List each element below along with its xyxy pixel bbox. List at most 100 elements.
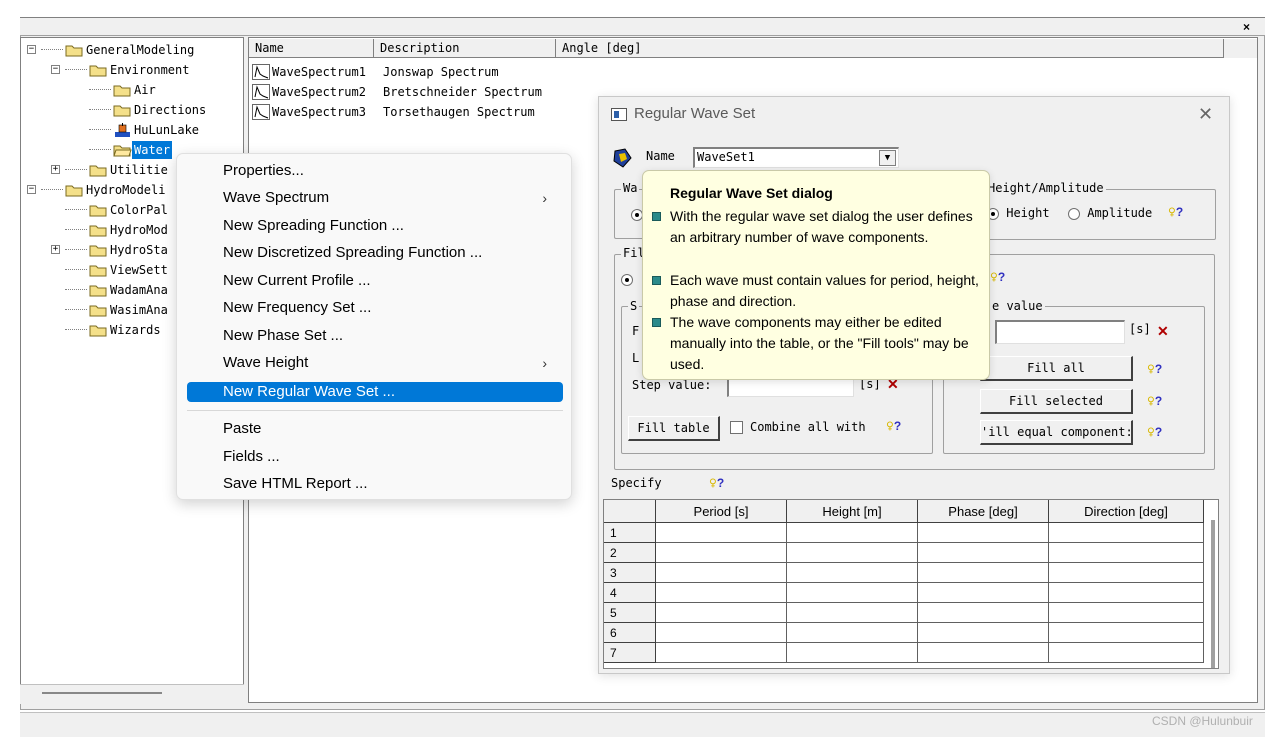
tree-item-colorpal[interactable]: ColorPal [89,200,170,218]
fill-all-button[interactable]: Fill all [980,356,1133,381]
name-combobox[interactable]: WaveSet1 ▼ [693,147,899,168]
specify-help[interactable]: ♀? [709,476,724,491]
clear-value-icon[interactable]: ✕ [1157,323,1169,340]
tree-item-wadamana[interactable]: WadamAna [89,280,170,298]
tree-expand-icon[interactable]: + [51,245,60,254]
table-row-header[interactable]: 2 [604,543,656,563]
table-scrollbar[interactable] [1211,520,1215,668]
table-cell[interactable] [1049,543,1204,563]
menu-item-new-discretized-spreading-function[interactable]: New Discretized Spreading Function ... [187,240,563,266]
table-column-header[interactable]: Period [s] [656,500,787,523]
table-cell[interactable] [1049,563,1204,583]
tree-item-hydromod[interactable]: HydroMod [89,220,170,238]
tree-item-hydromodeli[interactable]: HydroModeli [65,180,167,198]
menu-item-new-spreading-function[interactable]: New Spreading Function ... [187,213,563,239]
menu-item-new-regular-wave-set[interactable]: New Regular Wave Set ... [187,382,563,402]
tree-item-directions[interactable]: Directions [113,100,208,118]
table-cell[interactable] [1049,583,1204,603]
column-header-name[interactable]: Name [249,39,374,58]
fill-equal-help[interactable]: ♀? [1147,425,1162,440]
height-radio[interactable]: Height [987,206,1050,220]
menu-item-new-current-profile[interactable]: New Current Profile ... [187,268,563,294]
tree-collapse-icon[interactable]: − [27,185,36,194]
table-cell[interactable] [1049,623,1204,643]
tree-item-air[interactable]: Air [113,80,158,98]
list-item-name[interactable]: WaveSpectrum1 [272,62,366,82]
table-cell[interactable] [656,543,787,563]
tree-collapse-icon[interactable]: − [51,65,60,74]
tree-item-generalmodeling[interactable]: GeneralModeling [65,40,196,58]
table-cell[interactable] [656,643,787,663]
list-item-name[interactable]: WaveSpectrum3 [272,102,366,122]
height-amplitude-help[interactable]: ♀? [1168,205,1183,220]
menu-item-paste[interactable]: Paste [187,416,563,442]
fill-selected-help[interactable]: ♀? [1147,394,1162,409]
table-column-header[interactable]: Height [m] [787,500,918,523]
menu-item-wave-spectrum[interactable]: Wave Spectrum › [187,185,563,211]
table-cell[interactable] [787,623,918,643]
table-cell[interactable] [787,583,918,603]
table-cell[interactable] [787,523,918,543]
tree-horizontal-scrollbar[interactable] [20,684,244,704]
table-row-header[interactable]: 3 [604,563,656,583]
table-row-header[interactable]: 5 [604,603,656,623]
table-cell[interactable] [1049,603,1204,623]
table-cell[interactable] [918,583,1049,603]
table-cell[interactable] [918,643,1049,663]
fill-selected-button[interactable]: Fill selected [980,389,1133,414]
table-row-header[interactable]: 6 [604,623,656,643]
fill-help[interactable]: ♀? [990,270,1005,285]
fill-equal-components-button[interactable]: 'ill equal component: [980,420,1133,445]
table-cell[interactable] [787,563,918,583]
table-cell[interactable] [656,623,787,643]
tree-item-wizards[interactable]: Wizards [89,320,163,338]
column-header-angle[interactable]: Angle [deg] [556,39,1224,58]
table-column-header[interactable]: Phase [deg] [918,500,1049,523]
tree-item-viewsett[interactable]: ViewSett [89,260,170,278]
menu-item-properties[interactable]: Properties... [187,158,563,184]
table-cell[interactable] [918,563,1049,583]
tree-item-water[interactable]: Water [113,140,173,159]
table-row-header[interactable]: 1 [604,523,656,543]
combine-all-checkbox[interactable] [730,421,743,434]
table-cell[interactable] [1049,523,1204,543]
tree-item-wasimana[interactable]: WasimAna [89,300,170,318]
menu-item-new-frequency-set[interactable]: New Frequency Set ... [187,295,563,321]
tree-item-hulunlake[interactable]: HuLunLake [113,120,201,138]
tree-item-hydrosta[interactable]: HydroSta [89,240,170,258]
menu-item-save-html-report[interactable]: Save HTML Report ... [187,471,563,497]
tree-item-environment[interactable]: Environment [89,60,191,78]
list-item-name[interactable]: WaveSpectrum2 [272,82,366,102]
table-cell[interactable] [656,523,787,543]
table-cell[interactable] [1049,643,1204,663]
tree-item-utilitie[interactable]: Utilitie [89,160,170,178]
table-column-header[interactable]: Direction [deg] [1049,500,1204,523]
tree-expand-icon[interactable]: + [51,165,60,174]
table-cell[interactable] [787,543,918,563]
fill-all-help[interactable]: ♀? [1147,362,1162,377]
table-cell[interactable] [656,563,787,583]
fill-value-input[interactable] [995,320,1125,344]
fill-table-button[interactable]: Fill table [628,416,720,441]
dialog-close-icon[interactable]: ✕ [1198,104,1213,125]
table-cell[interactable] [918,523,1049,543]
chevron-down-icon[interactable]: ▼ [879,150,896,166]
table-cell[interactable] [918,543,1049,563]
combine-help[interactable]: ♀? [886,419,901,434]
amplitude-radio[interactable]: Amplitude [1068,206,1152,220]
fill-option-radio[interactable] [621,272,633,286]
table-cell[interactable] [787,603,918,623]
menu-item-new-phase-set[interactable]: New Phase Set ... [187,323,563,349]
table-cell[interactable] [656,603,787,623]
menu-item-fields[interactable]: Fields ... [187,444,563,470]
table-row-header[interactable]: 4 [604,583,656,603]
table-row-header[interactable]: 7 [604,643,656,663]
table-cell[interactable] [656,583,787,603]
window-close-icon[interactable]: × [1243,20,1250,34]
table-cell[interactable] [918,603,1049,623]
menu-item-wave-height[interactable]: Wave Height › [187,350,563,376]
column-header-description[interactable]: Description [374,39,556,58]
tree-collapse-icon[interactable]: − [27,45,36,54]
table-cell[interactable] [918,623,1049,643]
scrollbar-thumb[interactable] [42,692,162,694]
